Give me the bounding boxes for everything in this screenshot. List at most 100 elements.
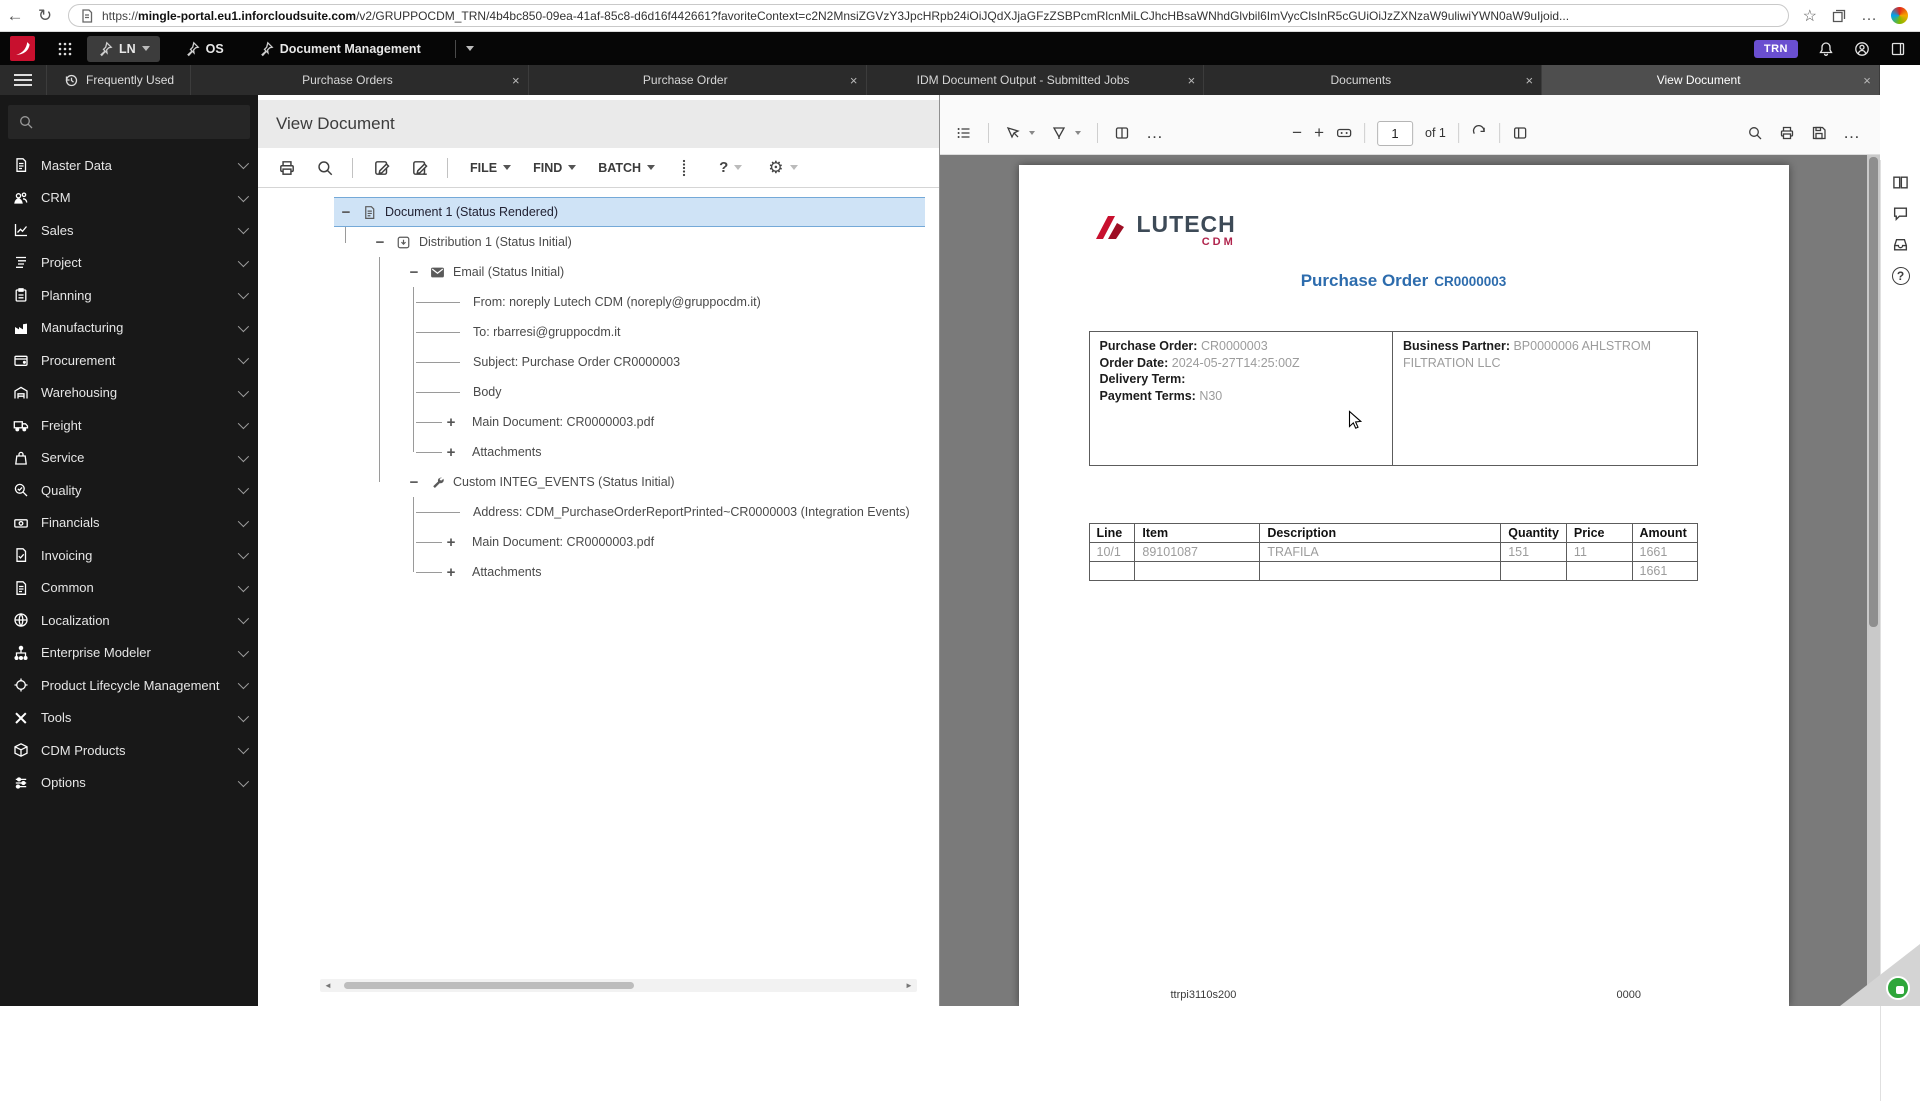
batch-menu-button[interactable]: BATCH [598,161,655,175]
bookmark-star-icon[interactable]: ☆ [1803,6,1817,26]
close-icon[interactable]: × [1517,73,1541,88]
sidebar-item-cdm-products[interactable]: CDM Products [0,734,258,767]
close-icon[interactable]: × [504,73,528,88]
outline-list-icon[interactable] [956,125,972,141]
collapse-icon[interactable]: − [338,204,354,221]
print-icon[interactable] [1779,125,1795,141]
edit-document-icon[interactable] [373,159,391,177]
search-icon[interactable] [316,159,334,177]
tree-row[interactable]: +Attachments [334,557,925,587]
sidebar-item-service[interactable]: Service [0,442,258,475]
sidebar-item-freight[interactable]: Freight [0,409,258,442]
sidebar-item-planning[interactable]: Planning [0,279,258,312]
collections-icon[interactable] [1831,8,1847,24]
settings-gear-button[interactable]: ⚙ [768,158,797,178]
print-icon[interactable] [278,159,296,177]
zoom-out-button[interactable]: − [1292,123,1302,143]
apps-overflow-chevron-icon[interactable] [466,46,474,51]
tree-row[interactable]: To: rbarresi@gruppocdm.it [334,317,925,347]
find-menu-button[interactable]: FIND [533,161,576,175]
more-options-icon[interactable]: … [1843,123,1860,143]
tab-view-document[interactable]: View Document× [1542,65,1880,95]
annotate-pen-icon[interactable] [1005,125,1021,141]
notifications-bell-icon[interactable] [1818,41,1834,57]
sidebar-item-product-lifecycle-management[interactable]: Product Lifecycle Management [0,669,258,702]
sidebar-item-financials[interactable]: Financials [0,507,258,540]
edit-document-alt-icon[interactable] [411,159,429,177]
file-menu-button[interactable]: FILE [470,161,511,175]
tab-purchase-order[interactable]: Purchase Order× [529,65,867,95]
sidebar-item-warehousing[interactable]: Warehousing [0,377,258,410]
search-icon[interactable] [1747,125,1763,141]
sidebar-item-project[interactable]: Project [0,247,258,280]
app-menu-icon[interactable] [57,41,73,57]
expand-icon[interactable]: + [443,414,459,431]
side-panel-icon[interactable] [1890,41,1906,57]
sidebar-item-common[interactable]: Common [0,572,258,605]
sidebar-item-sales[interactable]: Sales [0,214,258,247]
expand-icon[interactable]: + [443,534,459,551]
close-icon[interactable]: × [1855,73,1879,88]
vertical-scrollbar[interactable] [1867,155,1880,1006]
horizontal-scrollbar[interactable]: ◄ ► [320,979,917,992]
inbox-icon[interactable] [1892,236,1909,253]
help-icon[interactable]: ? [1892,267,1910,285]
app-chip-os[interactable]: OS [174,36,234,62]
help-menu-button[interactable]: ? [719,159,742,176]
tree-row[interactable]: −Distribution 1 (Status Initial) [334,227,925,257]
tree-row[interactable]: Body [334,377,925,407]
sidebar-item-options[interactable]: Options [0,767,258,800]
scroll-left-icon[interactable]: ◄ [320,981,336,990]
more-tools-icon[interactable]: … [1146,123,1163,143]
tree-row[interactable]: +Attachments [334,437,925,467]
sidebar-item-manufacturing[interactable]: Manufacturing [0,312,258,345]
highlight-marker-icon[interactable] [1051,125,1067,141]
sidebar-item-procurement[interactable]: Procurement [0,344,258,377]
tree-row[interactable]: Address: CDM_PurchaseOrderReportPrinted~… [334,497,925,527]
sidebar-item-localization[interactable]: Localization [0,604,258,637]
tabs-menu-icon[interactable] [0,65,46,95]
panels-icon[interactable] [1892,174,1909,191]
collapse-icon[interactable]: − [406,264,422,281]
page-number-input[interactable] [1377,121,1413,146]
sidebar-item-master-data[interactable]: Master Data [0,149,258,182]
tab-purchase-orders[interactable]: Purchase Orders× [191,65,529,95]
tab-idm-document-output-submitted-jobs[interactable]: IDM Document Output - Submitted Jobs× [867,65,1205,95]
app-chip-ln[interactable]: LN [87,36,160,62]
fit-width-icon[interactable] [1336,125,1352,141]
infor-logo[interactable] [10,36,35,61]
address-bar[interactable]: https://mingle-portal.eu1.inforcloudsuit… [68,4,1789,27]
expand-icon[interactable]: + [443,444,459,461]
save-icon[interactable] [1811,125,1827,141]
tree-row[interactable]: +Main Document: CR0000003.pdf [334,407,925,437]
sidebar-search-input[interactable] [8,105,250,139]
page-layout-icon[interactable] [1512,125,1528,141]
browser-back-button[interactable]: ← [0,6,30,26]
tree-row[interactable]: −Custom INTEG_EVENTS (Status Initial) [334,467,925,497]
tree-row[interactable]: −Document 1 (Status Rendered) [334,197,925,227]
page-info-icon[interactable] [79,8,95,24]
sidebar-item-enterprise-modeler[interactable]: Enterprise Modeler [0,637,258,670]
close-icon[interactable]: × [1179,73,1203,88]
user-account-icon[interactable] [1854,41,1870,57]
collapse-icon[interactable]: − [372,234,388,251]
copilot-icon[interactable] [1891,7,1908,24]
app-chip-document-management[interactable]: Document Management [248,36,431,62]
expand-icon[interactable]: + [443,564,459,581]
scroll-right-icon[interactable]: ► [901,981,917,990]
sidebar-item-tools[interactable]: Tools [0,702,258,735]
sidebar-item-invoicing[interactable]: Invoicing [0,539,258,572]
split-view-icon[interactable] [1114,125,1130,141]
more-options-kebab-icon[interactable] [675,159,693,177]
tab-documents[interactable]: Documents× [1204,65,1542,95]
tree-row[interactable]: −Email (Status Initial) [334,257,925,287]
sidebar-item-quality[interactable]: Quality [0,474,258,507]
chevron-down-icon[interactable] [1075,131,1081,135]
rotate-icon[interactable] [1471,125,1487,141]
sidebar-item-crm[interactable]: CRM [0,182,258,215]
zoom-in-button[interactable]: + [1314,123,1324,143]
scrollbar-thumb[interactable] [1869,157,1878,627]
chat-icon[interactable] [1892,205,1909,222]
tree-row[interactable]: From: noreply Lutech CDM (noreply@gruppo… [334,287,925,317]
chevron-down-icon[interactable] [1029,131,1035,135]
